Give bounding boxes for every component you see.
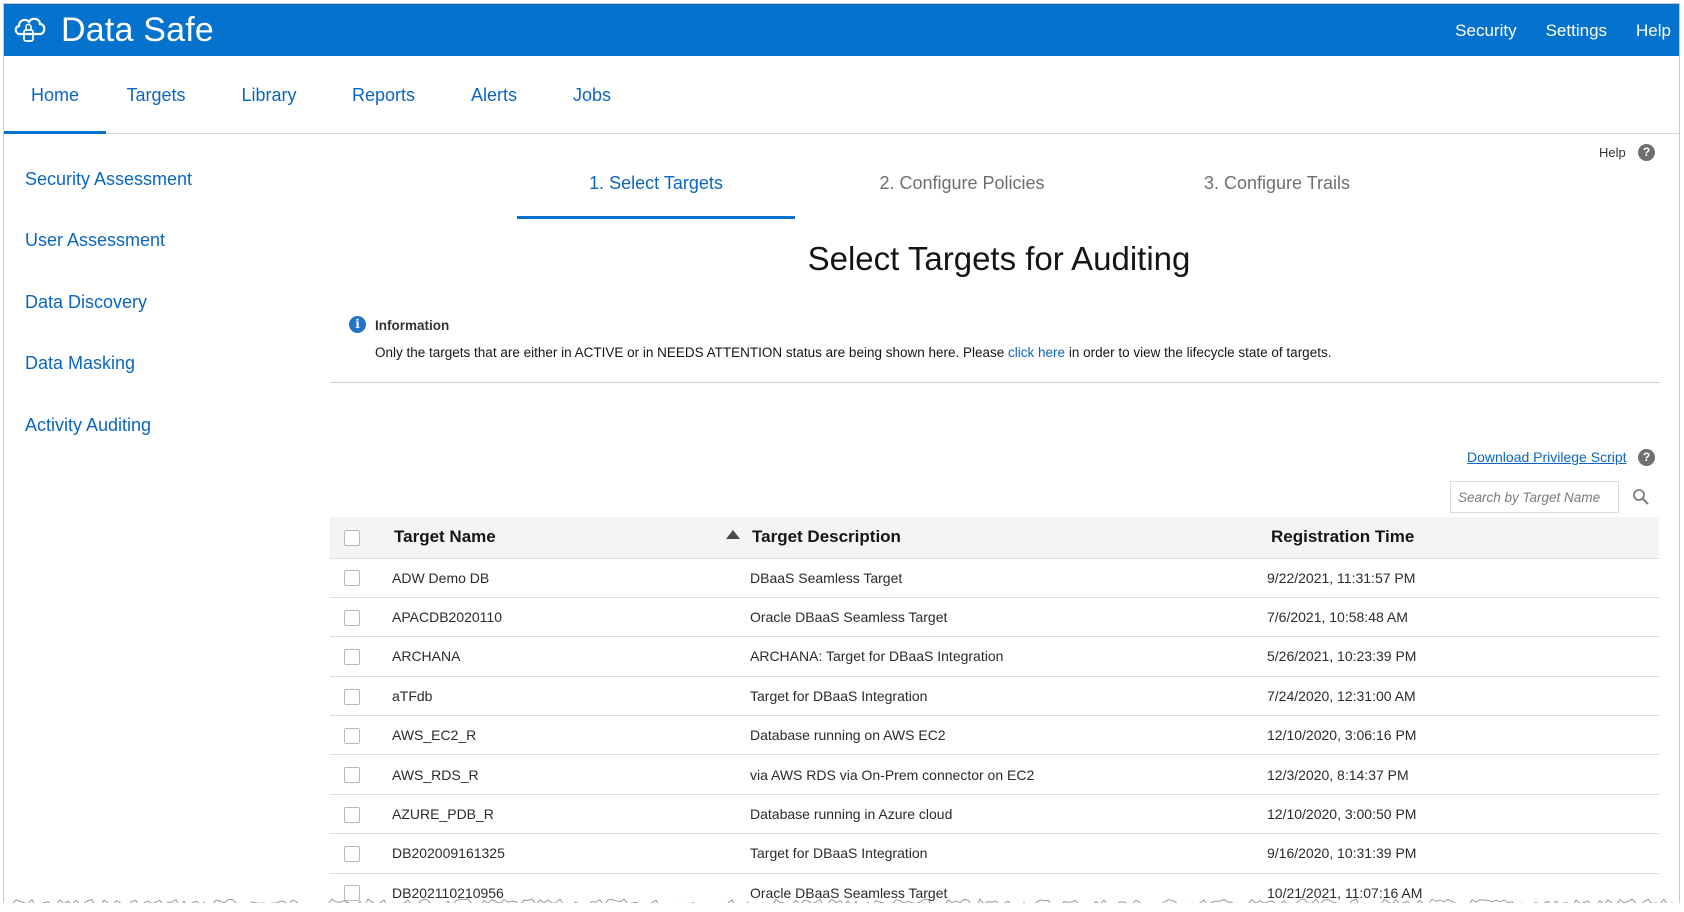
target-name-cell: AWS_EC2_R: [374, 715, 750, 756]
target-name-cell: AZURE_PDB_R: [374, 794, 750, 835]
target-description-cell: Database running on AWS EC2: [750, 715, 1267, 756]
target-description-cell: via AWS RDS via On-Prem connector on EC2: [750, 754, 1267, 795]
table-row[interactable]: APACDB2020110 Oracle DBaaS Seamless Targe…: [330, 597, 1659, 638]
target-name-cell: ARCHANA: [374, 636, 750, 677]
registration-time-cell: 12/3/2020, 8:14:37 PM: [1267, 754, 1659, 795]
step-configure-policies[interactable]: 2. Configure Policies: [847, 146, 1077, 219]
info-text-after: in order to view the lifecycle state of …: [1065, 345, 1332, 360]
targets-table: Target Name Target Description Registrat…: [330, 517, 1659, 903]
download-help-question-icon[interactable]: ?: [1638, 449, 1655, 466]
row-select-cell: [330, 597, 374, 638]
table-row[interactable]: DB202009161325 Target for DBaaS Integrati…: [330, 833, 1659, 874]
target-name-cell: AWS_RDS_R: [374, 754, 750, 795]
target-description-cell: Oracle DBaaS Seamless Target: [750, 597, 1267, 638]
target-description-cell: Target for DBaaS Integration: [750, 833, 1267, 874]
table-row[interactable]: AWS_EC2_R Database running on AWS EC2 12/1…: [330, 715, 1659, 756]
side-item-data-masking[interactable]: Data Masking: [25, 353, 135, 374]
side-item-security-assessment[interactable]: Security Assessment: [25, 169, 192, 190]
info-icon: i: [349, 316, 366, 333]
row-select-cell: [330, 558, 374, 598]
table-row[interactable]: AWS_RDS_R via AWS RDS via On-Prem connect…: [330, 754, 1659, 795]
column-header-target-description[interactable]: Target Description: [750, 517, 1267, 559]
registration-time-cell: 9/16/2020, 10:31:39 PM: [1267, 833, 1659, 874]
row-checkbox[interactable]: [344, 806, 360, 823]
divider: [330, 382, 1660, 383]
target-name-cell: APACDB2020110: [374, 597, 750, 638]
nav-tab-library[interactable]: Library: [241, 56, 297, 134]
row-checkbox[interactable]: [344, 570, 360, 587]
download-privilege-script-link[interactable]: Download Privilege Script: [1467, 449, 1627, 465]
target-name-cell: aTFdb: [374, 676, 750, 717]
app-title: Data Safe: [61, 10, 215, 49]
main-navigation: Home Targets Library Reports Alerts Jobs: [4, 56, 1679, 134]
brand[interactable]: Data Safe: [12, 10, 215, 51]
table-row[interactable]: AZURE_PDB_R Database running in Azure clo…: [330, 794, 1659, 835]
step-configure-trails[interactable]: 3. Configure Trails: [1172, 146, 1382, 219]
page-title: Select Targets for Auditing: [807, 240, 1191, 277]
target-description-cell: DBaaS Seamless Target: [750, 558, 1267, 598]
torn-edge: [7, 898, 1674, 903]
target-name-cell: DB202009161325: [374, 833, 750, 874]
security-link[interactable]: Security: [1455, 21, 1516, 41]
registration-time-cell: 9/22/2021, 11:31:57 PM: [1267, 558, 1659, 598]
select-all-checkbox[interactable]: [344, 529, 360, 546]
select-all-cell: [330, 517, 374, 559]
info-text-before: Only the targets that are either in ACTI…: [375, 345, 1009, 360]
data-safe-cloud-icon: [12, 10, 48, 51]
registration-time-cell: 12/10/2020, 3:00:50 PM: [1267, 794, 1659, 835]
sort-ascending-icon[interactable]: [726, 530, 740, 539]
help-question-icon[interactable]: ?: [1638, 144, 1655, 161]
column-header-registration-time[interactable]: Registration Time: [1267, 517, 1659, 559]
row-checkbox[interactable]: [344, 649, 360, 666]
side-item-data-discovery[interactable]: Data Discovery: [25, 292, 147, 313]
step-select-targets[interactable]: 1. Select Targets: [517, 146, 795, 219]
column-header-target-name[interactable]: Target Name: [374, 517, 750, 559]
help-link[interactable]: Help: [1636, 21, 1671, 41]
row-checkbox[interactable]: [344, 688, 360, 705]
registration-time-cell: 7/6/2021, 10:58:48 AM: [1267, 597, 1659, 638]
registration-time-cell: 5/26/2021, 10:23:39 PM: [1267, 636, 1659, 677]
row-checkbox[interactable]: [344, 846, 360, 863]
row-select-cell: [330, 636, 374, 677]
row-select-cell: [330, 794, 374, 835]
column-label: Target Name: [394, 527, 496, 547]
registration-time-cell: 7/24/2020, 12:31:00 AM: [1267, 676, 1659, 717]
info-message: Only the targets that are either in ACTI…: [375, 345, 1331, 360]
top-header-bar: Data Safe Security Settings Help: [4, 4, 1679, 56]
row-select-cell: [330, 715, 374, 756]
top-links: Security Settings Help: [1426, 21, 1671, 41]
search-icon[interactable]: [1632, 488, 1650, 506]
target-description-cell: Target for DBaaS Integration: [750, 676, 1267, 717]
table-row[interactable]: aTFdb Target for DBaaS Integration 7/24/20…: [330, 676, 1659, 717]
nav-tab-targets[interactable]: Targets: [125, 56, 187, 134]
target-description-cell: ARCHANA: Target for DBaaS Integration: [750, 636, 1267, 677]
row-select-cell: [330, 833, 374, 874]
row-checkbox[interactable]: [344, 767, 360, 784]
page-help-link[interactable]: Help: [1599, 145, 1626, 160]
nav-tab-jobs[interactable]: Jobs: [573, 56, 611, 134]
settings-link[interactable]: Settings: [1546, 21, 1607, 41]
nav-tab-home[interactable]: Home: [4, 56, 106, 134]
target-name-cell: ADW Demo DB: [374, 558, 750, 598]
app-window: Data Safe Security Settings Help Home Ta…: [3, 3, 1680, 903]
table-row[interactable]: ADW Demo DB DBaaS Seamless Target 9/22/202…: [330, 558, 1659, 598]
table-row[interactable]: ARCHANA ARCHANA: Target for DBaaS Integra…: [330, 636, 1659, 677]
row-checkbox[interactable]: [344, 727, 360, 744]
row-select-cell: [330, 676, 374, 717]
nav-tab-alerts[interactable]: Alerts: [470, 56, 518, 134]
table-header-row: Target Name Target Description Registrat…: [330, 517, 1659, 559]
target-description-cell: Database running in Azure cloud: [750, 794, 1267, 835]
row-select-cell: [330, 754, 374, 795]
side-item-user-assessment[interactable]: User Assessment: [25, 230, 165, 251]
side-item-activity-auditing[interactable]: Activity Auditing: [25, 415, 151, 436]
info-heading: Information: [375, 318, 450, 333]
click-here-link[interactable]: click here: [1008, 345, 1065, 360]
nav-tab-reports[interactable]: Reports: [352, 56, 415, 134]
search-target-name-input[interactable]: [1450, 481, 1619, 513]
row-checkbox[interactable]: [344, 609, 360, 626]
registration-time-cell: 12/10/2020, 3:06:16 PM: [1267, 715, 1659, 756]
table-body: ADW Demo DB DBaaS Seamless Target 9/22/202…: [330, 558, 1659, 903]
